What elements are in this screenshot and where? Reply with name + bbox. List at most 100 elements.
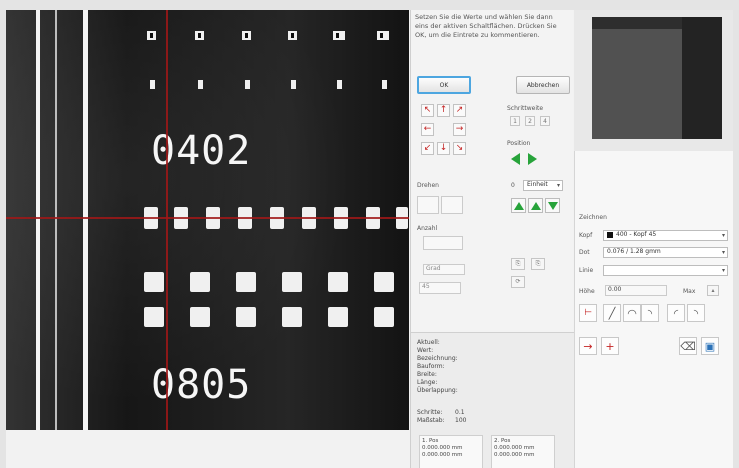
paste-button[interactable]: ⎘ xyxy=(531,258,545,270)
arrow-right-tool[interactable]: → xyxy=(579,337,597,355)
pad xyxy=(337,80,342,89)
crosshair-vertical xyxy=(166,10,168,430)
erase-tool[interactable]: ⌫ xyxy=(679,337,697,355)
rotation-unit-select[interactable]: Einheit ▾ xyxy=(523,180,563,191)
line-left-icon: ⊢ xyxy=(584,308,592,318)
count-input[interactable] xyxy=(423,236,463,250)
drawing-title: Zeichnen xyxy=(579,214,607,221)
steps-label: Schritte: xyxy=(417,409,443,416)
height-stepper[interactable]: ▴ xyxy=(707,285,719,296)
info-value: Wert: xyxy=(417,347,434,354)
color-swatch-icon xyxy=(607,231,613,238)
position-label: Position xyxy=(507,140,531,147)
pad xyxy=(328,272,348,292)
position-1-box[interactable]: 1. Pos 0.000.000 mm 0.000.000 mm xyxy=(419,435,483,468)
plus-icon: + xyxy=(605,339,615,353)
preview-panel xyxy=(574,10,733,151)
line-label: Linie xyxy=(579,267,594,274)
line-select[interactable]: ▾ xyxy=(603,265,728,276)
arc-right-tool[interactable]: ◝ xyxy=(641,304,659,322)
pad xyxy=(282,307,302,327)
rotation-value: 0 xyxy=(511,182,515,189)
arrow-left-button[interactable]: ← xyxy=(421,123,434,136)
pad xyxy=(190,272,210,292)
pad xyxy=(236,307,256,327)
count-label: Anzahl xyxy=(417,225,438,232)
pad xyxy=(374,307,394,327)
steps-value: 0.1 xyxy=(455,409,465,416)
control-panel: Setzen Sie die Werte und wählen Sie dann… xyxy=(410,10,574,468)
info-designation: Bezeichnung: xyxy=(417,355,458,362)
position-1-x: 0.000.000 mm xyxy=(422,445,463,451)
move-up-icon[interactable] xyxy=(511,198,526,213)
step-label: Schrittweite xyxy=(507,105,544,112)
pad xyxy=(288,31,297,40)
position-2-box[interactable]: 2. Pos 0.000.000 mm 0.000.000 mm xyxy=(491,435,555,468)
pad xyxy=(150,80,155,89)
rotation-unit-value: Einheit xyxy=(527,181,548,188)
step-4-button[interactable]: 4 xyxy=(540,116,550,126)
rotate-left-icon[interactable] xyxy=(511,153,520,165)
step-1-button[interactable]: 1 xyxy=(510,116,520,126)
pad xyxy=(236,272,256,292)
camera-view[interactable]: 0402 0805 xyxy=(6,10,409,430)
pad xyxy=(328,307,348,327)
add-point-tool[interactable]: + xyxy=(601,337,619,355)
chevron-down-icon: ▾ xyxy=(721,267,725,274)
curve-tool[interactable]: ◜ xyxy=(667,304,685,322)
red-arrow-icon: → xyxy=(583,339,593,353)
pad xyxy=(242,31,251,40)
pad xyxy=(195,31,204,40)
position-1-y: 0.000.000 mm xyxy=(422,452,463,458)
pad xyxy=(374,272,394,292)
position-2-y: 0.000.000 mm xyxy=(494,452,535,458)
copy-button[interactable]: ⎘ xyxy=(511,258,525,270)
arrow-down-right-button[interactable]: ↘ xyxy=(453,142,466,155)
line-diagonal-tool[interactable]: ╱ xyxy=(603,304,621,322)
position-1-title: 1. Pos xyxy=(422,438,439,444)
save-tool[interactable]: ▣ xyxy=(701,337,719,355)
preview-dark-band xyxy=(682,17,722,139)
arrow-down-left-button[interactable]: ↙ xyxy=(421,142,434,155)
kopf-select[interactable]: 400 - Kopf 45 ▾ xyxy=(603,230,728,241)
info-current: Aktuell: xyxy=(417,339,440,346)
kopf-select-value: 400 - Kopf 45 xyxy=(616,231,657,238)
arrow-up-button[interactable]: ↑ xyxy=(437,104,450,117)
arrow-up-left-button[interactable]: ↖ xyxy=(421,104,434,117)
preview-image[interactable] xyxy=(592,17,722,139)
cancel-button[interactable]: Abbrechen xyxy=(516,76,570,94)
max-label: Max xyxy=(683,288,696,295)
move-up-small-icon[interactable] xyxy=(528,198,543,213)
chevron-down-icon: ▾ xyxy=(721,249,725,256)
scale-value: 100 xyxy=(455,417,467,424)
pad xyxy=(377,31,389,40)
arrow-up-right-button[interactable]: ↗ xyxy=(453,104,466,117)
drawing-panel: Zeichnen Kopf 400 - Kopf 45 ▾ Dot 0.076 /… xyxy=(574,151,733,468)
direction-input-b[interactable] xyxy=(441,196,463,214)
arrow-right-button[interactable]: → xyxy=(453,123,466,136)
pad xyxy=(198,80,203,89)
curve-right-icon: ◝ xyxy=(693,306,699,320)
step-2-button[interactable]: 2 xyxy=(525,116,535,126)
pad xyxy=(245,80,250,89)
app-window: 0402 0805 Setzen Sie die Werte und wähle… xyxy=(6,10,733,468)
refresh-button[interactable]: ⟳ xyxy=(511,276,525,288)
info-package: Bauform: xyxy=(417,363,445,370)
dot-select[interactable]: 0.076 / 1.28 gmm ▾ xyxy=(603,247,728,258)
info-length: Länge: xyxy=(417,379,438,386)
arrow-down-button[interactable]: ↓ xyxy=(437,142,450,155)
move-down-icon[interactable] xyxy=(545,198,560,213)
line-left-tool[interactable]: ⊢ xyxy=(579,304,597,322)
crosshair-horizontal xyxy=(6,217,409,219)
scale-label: Maßstab: xyxy=(417,417,445,424)
pad xyxy=(382,80,387,89)
direction-input-a[interactable] xyxy=(417,196,439,214)
rotate-right-icon[interactable] xyxy=(528,153,537,165)
ok-button[interactable]: OK xyxy=(417,76,471,94)
info-width: Breite: xyxy=(417,371,437,378)
rotation-input[interactable]: 45 xyxy=(419,282,461,294)
arc-tool[interactable]: ◠ xyxy=(623,304,641,322)
curve-right-tool[interactable]: ◝ xyxy=(687,304,705,322)
rotation-unit-field[interactable]: Grad xyxy=(423,264,465,275)
height-input[interactable]: 0.00 xyxy=(605,285,667,296)
